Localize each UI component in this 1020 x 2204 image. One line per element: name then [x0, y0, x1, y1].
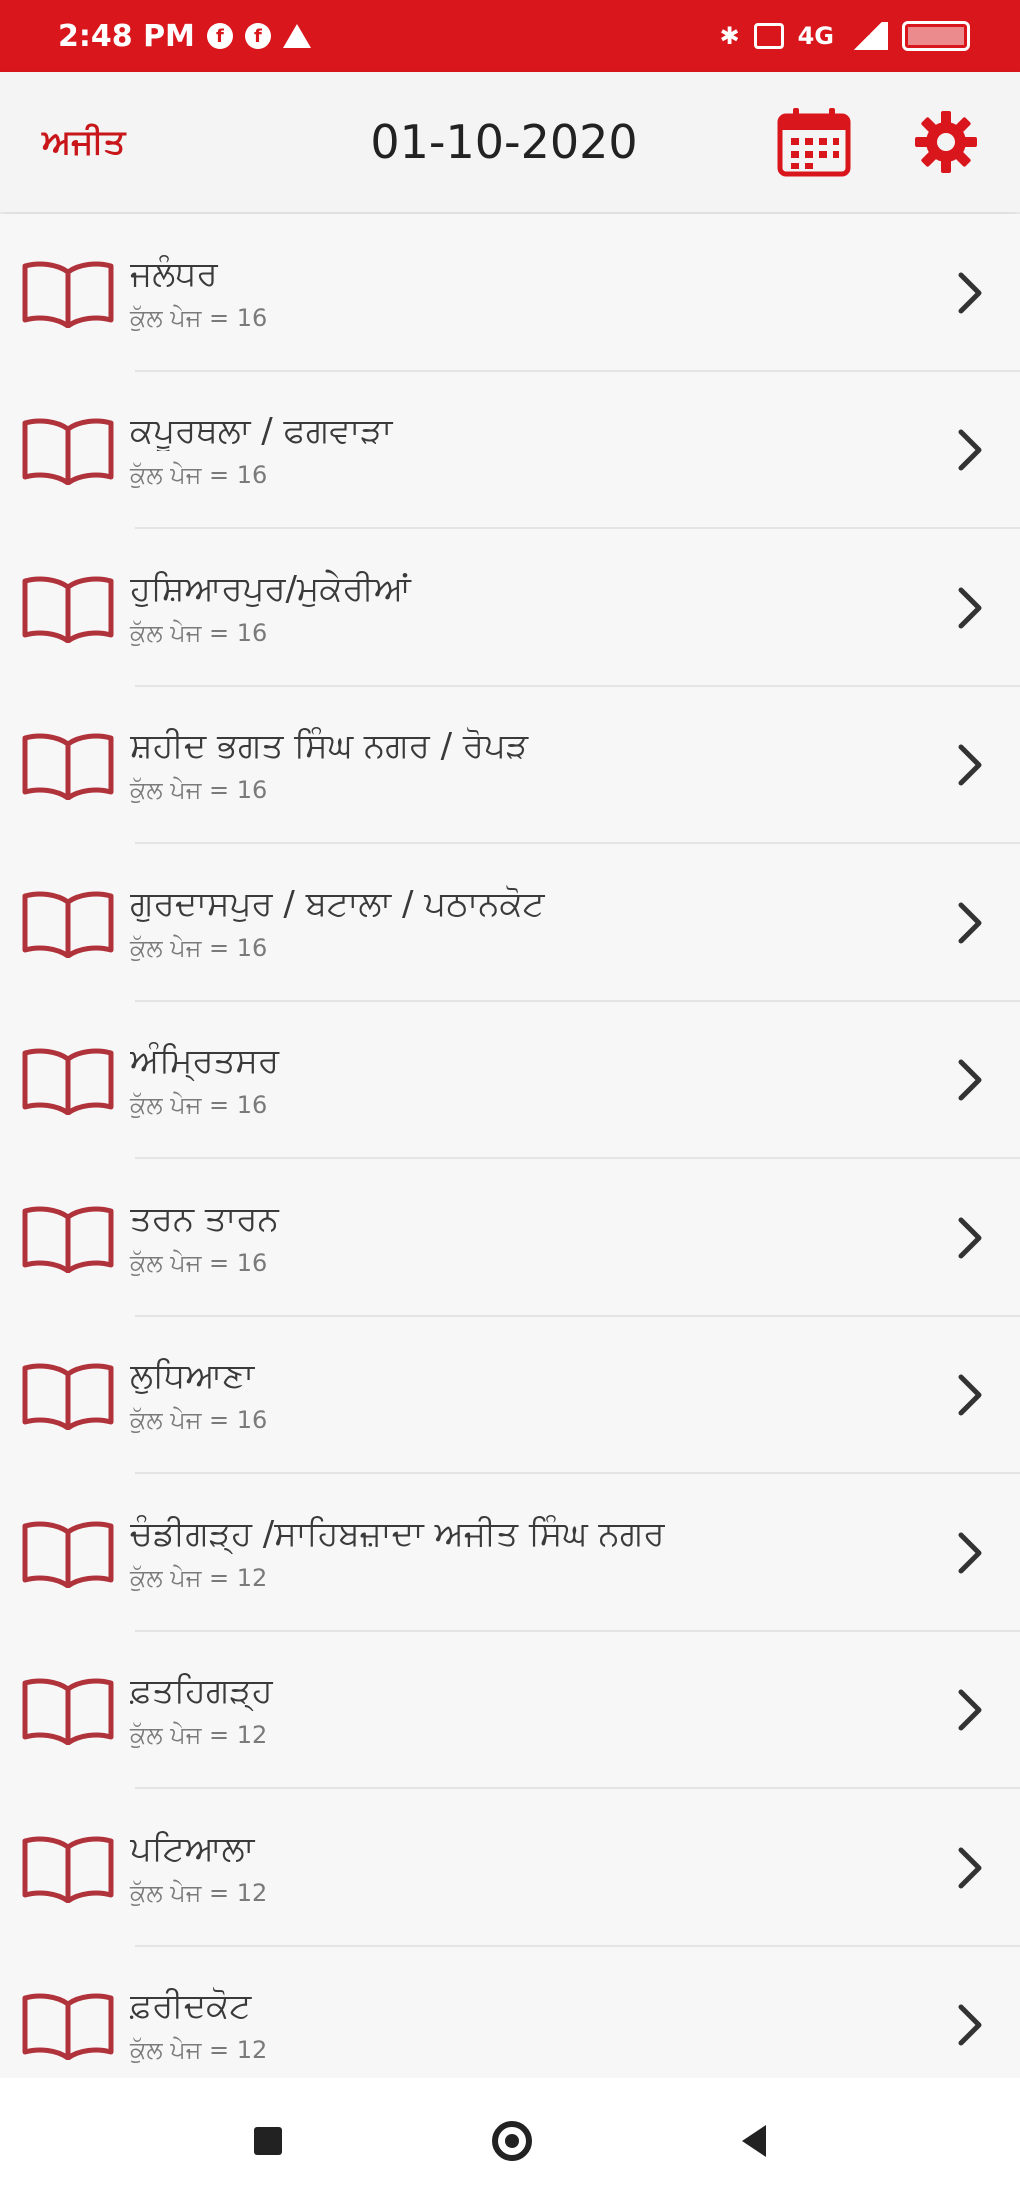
edition-row[interactable]: ਪਟਿਆਲਾ ਕੁੱਲ ਪੇਜ = 12 [0, 1789, 1020, 1947]
edition-page-count: ਕੁੱਲ ਪੇਜ = 12 [130, 1878, 268, 1907]
book-icon [0, 372, 130, 530]
chevron-right-icon [920, 1789, 1020, 1947]
edition-list: ਜਲੰਧਰ ਕੁੱਲ ਪੇਜ = 16 ਕਪੂਰਥਲਾ / ਫਗਵਾੜਾ ਕੁੱ… [0, 214, 1020, 2078]
calendar-icon [777, 108, 851, 177]
edition-row[interactable]: ਤਰਨ ਤਾਰਨ ਕੁੱਲ ਪੇਜ = 16 [0, 1159, 1020, 1317]
edition-title: ਚੰਡੀਗੜ੍ਹ /ਸਾਹਿਬਜ਼ਾਦਾ ਅਜੀਤ ਸਿੰਘ ਨਗਰ [130, 1513, 665, 1554]
battery-icon [902, 21, 970, 51]
edition-row[interactable]: ਸ਼ਹੀਦ ਭਗਤ ਸਿੰਘ ਨਗਰ / ਰੋਪੜ ਕੁੱਲ ਪੇਜ = 16 [0, 686, 1020, 845]
network-type: 4G [797, 22, 834, 50]
status-right: ✱ 4G [719, 21, 970, 51]
edition-text: ਸ਼ਹੀਦ ਭਗਤ ਸਿੰਘ ਨਗਰ / ਰੋਪੜ ਕੁੱਲ ਪੇਜ = 16 [130, 726, 920, 804]
notification-icon: f [206, 23, 233, 49]
edition-text: ਚੰਡੀਗੜ੍ਹ /ਸਾਹਿਬਜ਼ਾਦਾ ਅਜੀਤ ਸਿੰਘ ਨਗਰ ਕੁੱਲ … [130, 1514, 920, 1592]
chevron-right-icon [920, 1002, 1020, 1160]
edition-row[interactable]: ਅੰਮ੍ਰਿਤਸਰ ਕੁੱਲ ਪੇਜ = 16 [0, 1001, 1020, 1160]
app-bar-actions [776, 104, 984, 180]
edition-date[interactable]: 01-10-2020 [302, 115, 776, 169]
edition-title: ਫ਼ਤਹਿਗੜ੍ਹ [130, 1671, 273, 1712]
sim-icon [753, 23, 784, 49]
bluetooth-icon: ✱ [719, 22, 740, 50]
edition-title: ਅੰਮ੍ਰਿਤਸਰ [130, 1041, 280, 1082]
edition-text: ਕਪੂਰਥਲਾ / ਫਗਵਾੜਾ ਕੁੱਲ ਪੇਜ = 16 [130, 411, 920, 489]
book-icon [0, 1159, 130, 1317]
home-button[interactable] [492, 2121, 532, 2161]
back-button[interactable] [742, 2125, 766, 2157]
edition-page-count: ਕੁੱਲ ਪੇਜ = 16 [130, 1406, 268, 1435]
edition-text: ਜਲੰਧਰ ਕੁੱਲ ਪੇਜ = 16 [130, 254, 920, 332]
chevron-right-icon [920, 1317, 1020, 1475]
book-icon [0, 844, 130, 1002]
edition-page-count: ਕੁੱਲ ਪੇਜ = 16 [130, 303, 268, 332]
book-icon [0, 1317, 130, 1475]
chevron-right-icon [920, 687, 1020, 845]
edition-row[interactable]: ਗੁਰਦਾਸਪੁਰ / ਬਟਾਲਾ / ਪਠਾਨਕੋਟ ਕੁੱਲ ਪੇਜ = 1… [0, 844, 1020, 1002]
edition-title: ਲੁਧਿਆਣਾ [130, 1356, 255, 1397]
gear-icon [915, 111, 977, 173]
edition-text: ਪਟਿਆਲਾ ਕੁੱਲ ਪੇਜ = 12 [130, 1829, 920, 1907]
edition-title: ਤਰਨ ਤਾਰਨ [130, 1198, 279, 1239]
edition-page-count: ਕੁੱਲ ਪੇਜ = 12 [130, 2036, 268, 2065]
edition-title: ਸ਼ਹੀਦ ਭਗਤ ਸਿੰਘ ਨਗਰ / ਰੋਪੜ [130, 726, 529, 767]
chevron-right-icon [920, 1632, 1020, 1790]
book-icon [0, 1947, 130, 2079]
chevron-right-icon [920, 1474, 1020, 1632]
system-nav-bar [0, 2078, 1020, 2204]
edition-page-count: ਕੁੱਲ ਪੇਜ = 16 [130, 1248, 268, 1277]
edition-text: ਗੁਰਦਾਸਪੁਰ / ਬਟਾਲਾ / ਪਠਾਨਕੋਟ ਕੁੱਲ ਪੇਜ = 1… [130, 884, 920, 962]
edition-text: ਤਰਨ ਤਾਰਨ ਕੁੱਲ ਪੇਜ = 16 [130, 1199, 920, 1277]
status-bar: 2:48 PM f f ✱ 4G [0, 0, 1020, 72]
edition-row[interactable]: ਕਪੂਰਥਲਾ / ਫਗਵਾੜਾ ਕੁੱਲ ਪੇਜ = 16 [0, 371, 1020, 530]
chevron-right-icon [920, 529, 1020, 687]
settings-button[interactable] [908, 104, 984, 180]
status-left: 2:48 PM f f [58, 19, 311, 54]
edition-title: ਗੁਰਦਾਸਪੁਰ / ਬਟਾਲਾ / ਪਠਾਨਕੋਟ [130, 883, 545, 924]
book-icon [0, 1474, 130, 1632]
book-icon [0, 1002, 130, 1160]
book-icon [0, 214, 130, 372]
status-time: 2:48 PM [58, 18, 195, 54]
edition-page-count: ਕੁੱਲ ਪੇਜ = 12 [130, 1721, 268, 1750]
edition-text: ਹੁਸ਼ਿਆਰਪੁਰ/ਮੁਕੇਰੀਆਂ ਕੁੱਲ ਪੇਜ = 16 [130, 569, 920, 647]
chevron-right-icon [920, 844, 1020, 1002]
app-logo: ਅਜੀਤ [42, 122, 126, 162]
edition-page-count: ਕੁੱਲ ਪੇਜ = 16 [130, 461, 268, 490]
edition-title: ਹੁਸ਼ਿਆਰਪੁਰ/ਮੁਕੇਰੀਆਂ [130, 568, 411, 609]
edition-page-count: ਕੁੱਲ ਪੇਜ = 16 [130, 618, 268, 647]
edition-text: ਫ਼ਰੀਦਕੋਟ ਕੁੱਲ ਪੇਜ = 12 [130, 1986, 920, 2064]
chevron-right-icon [920, 1159, 1020, 1317]
edition-title: ਕਪੂਰਥਲਾ / ਫਗਵਾੜਾ [130, 411, 393, 452]
edition-row[interactable]: ਲੁਧਿਆਣਾ ਕੁੱਲ ਪੇਜ = 16 [0, 1316, 1020, 1475]
book-icon [0, 687, 130, 845]
chevron-right-icon [920, 214, 1020, 372]
signal-icon [848, 22, 888, 50]
calendar-button[interactable] [776, 104, 852, 180]
edition-row[interactable]: ਹੁਸ਼ਿਆਰਪੁਰ/ਮੁਕੇਰੀਆਂ ਕੁੱਲ ਪੇਜ = 16 [0, 529, 1020, 687]
edition-text: ਅੰਮ੍ਰਿਤਸਰ ਕੁੱਲ ਪੇਜ = 16 [130, 1041, 920, 1119]
edition-text: ਫ਼ਤਹਿਗੜ੍ਹ ਕੁੱਲ ਪੇਜ = 12 [130, 1671, 920, 1749]
edition-row[interactable]: ਫ਼ਰੀਦਕੋਟ ਕੁੱਲ ਪੇਜ = 12 [0, 1946, 1020, 2079]
edition-page-count: ਕੁੱਲ ਪੇਜ = 16 [130, 776, 268, 805]
edition-page-count: ਕੁੱਲ ਪੇਜ = 12 [130, 1563, 268, 1592]
edition-title: ਪਟਿਆਲਾ [130, 1828, 255, 1869]
edition-row[interactable]: ਫ਼ਤਹਿਗੜ੍ਹ ਕੁੱਲ ਪੇਜ = 12 [0, 1631, 1020, 1790]
edition-title: ਜਲੰਧਰ [130, 253, 218, 294]
edition-title: ਫ਼ਰੀਦਕੋਟ [130, 1986, 252, 2027]
book-icon [0, 529, 130, 687]
recents-button[interactable] [254, 2127, 282, 2155]
edition-page-count: ਕੁੱਲ ਪੇਜ = 16 [130, 1091, 268, 1120]
edition-row[interactable]: ਚੰਡੀਗੜ੍ਹ /ਸਾਹਿਬਜ਼ਾਦਾ ਅਜੀਤ ਸਿੰਘ ਨਗਰ ਕੁੱਲ … [0, 1474, 1020, 1632]
warning-icon [282, 24, 311, 48]
book-icon [0, 1632, 130, 1790]
notification-icon: f [244, 23, 271, 49]
chevron-right-icon [920, 1947, 1020, 2079]
app-bar: ਅਜੀਤ 01-10-2020 [0, 72, 1020, 212]
book-icon [0, 1789, 130, 1947]
chevron-right-icon [920, 372, 1020, 530]
edition-row[interactable]: ਜਲੰਧਰ ਕੁੱਲ ਪੇਜ = 16 [0, 214, 1020, 372]
edition-text: ਲੁਧਿਆਣਾ ਕੁੱਲ ਪੇਜ = 16 [130, 1356, 920, 1434]
edition-page-count: ਕੁੱਲ ਪੇਜ = 16 [130, 933, 268, 962]
